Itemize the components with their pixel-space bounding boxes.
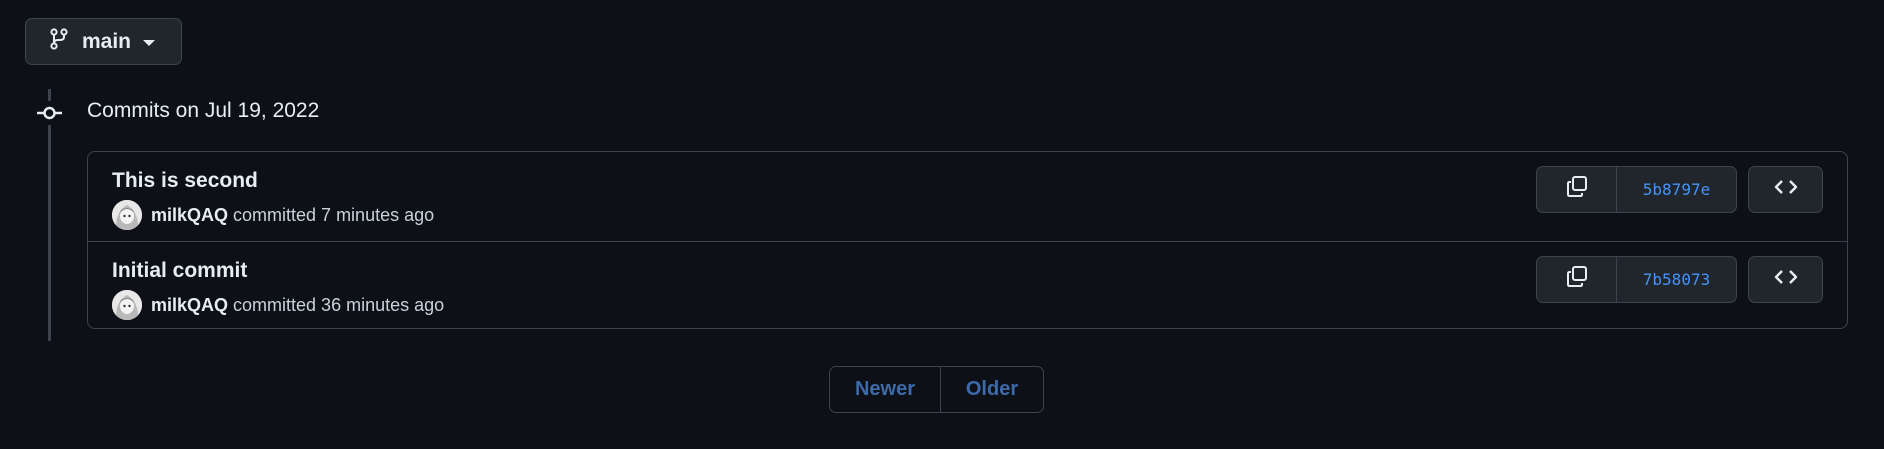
branch-name: main xyxy=(82,29,132,53)
commit-time: committed 36 minutes ago xyxy=(233,294,445,315)
commit-sha-link[interactable]: 5b8797e xyxy=(1617,167,1736,212)
copy-icon xyxy=(1565,175,1589,204)
copy-icon xyxy=(1565,265,1589,294)
code-icon xyxy=(1774,267,1798,292)
commit-author-link[interactable]: milkQAQ xyxy=(151,295,228,316)
git-commit-icon xyxy=(37,101,62,125)
commit-time: committed 7 minutes ago xyxy=(233,204,435,225)
commit-sha-button-group: 7b58073 xyxy=(1536,256,1737,303)
browse-repo-button[interactable] xyxy=(1748,166,1823,213)
chevron-down-icon xyxy=(143,40,156,46)
commit-row: This is second milkQAQ committed 7 minut… xyxy=(88,152,1847,240)
avatar[interactable] xyxy=(112,200,142,230)
commit-row: Initial commit milkQAQ committed 36 minu… xyxy=(88,241,1847,329)
commit-sha-link[interactable]: 7b58073 xyxy=(1617,257,1736,302)
browse-repo-button[interactable] xyxy=(1748,256,1823,303)
commit-sha-button-group: 5b8797e xyxy=(1536,166,1737,213)
commit-title-link[interactable]: Initial commit xyxy=(112,259,247,283)
copy-sha-button[interactable] xyxy=(1537,167,1617,212)
copy-sha-button[interactable] xyxy=(1537,257,1617,302)
newer-button[interactable]: Newer xyxy=(830,367,941,412)
timeline-line xyxy=(48,89,51,341)
commit-list: This is second milkQAQ committed 7 minut… xyxy=(87,151,1848,329)
pagination: Newer Older xyxy=(829,366,1044,413)
commit-title-link[interactable]: This is second xyxy=(112,169,258,193)
older-button[interactable]: Older xyxy=(941,367,1043,412)
commit-meta: milkQAQ committed 7 minutes ago xyxy=(112,200,434,230)
branch-select-button[interactable]: main xyxy=(25,18,182,65)
code-icon xyxy=(1774,177,1798,202)
commit-author-link[interactable]: milkQAQ xyxy=(151,205,228,226)
commit-group-title: Commits on Jul 19, 2022 xyxy=(87,99,320,122)
avatar[interactable] xyxy=(112,290,142,320)
git-branch-icon xyxy=(50,28,68,55)
commit-meta: milkQAQ committed 36 minutes ago xyxy=(112,290,444,320)
